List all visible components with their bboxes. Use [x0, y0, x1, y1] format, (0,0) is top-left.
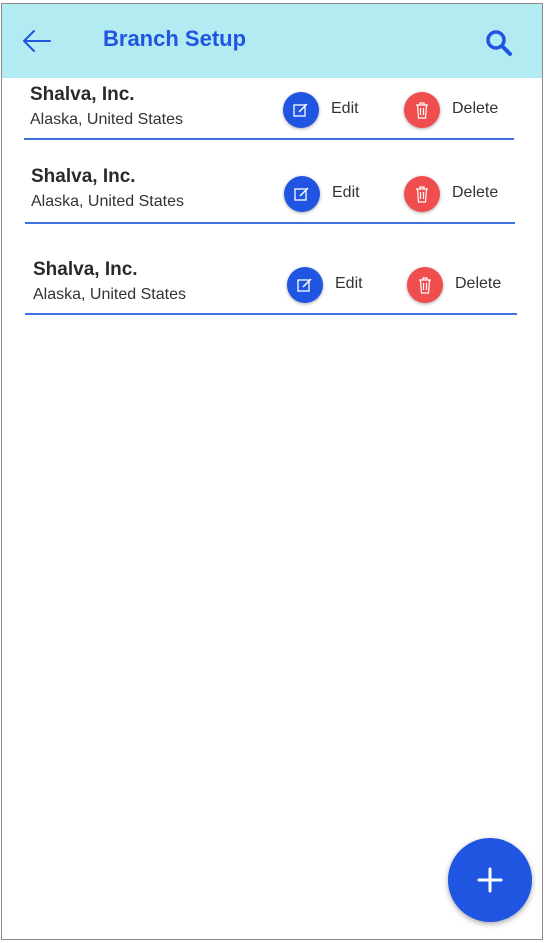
delete-button[interactable]: Delete: [407, 267, 517, 303]
branch-list-item: Shalva, Inc. Alaska, United States Edit …: [25, 166, 515, 224]
branch-location: Alaska, United States: [33, 286, 186, 303]
search-button[interactable]: [484, 28, 514, 58]
edit-label: Edit: [331, 100, 359, 117]
edit-icon: [297, 278, 312, 292]
search-icon: [486, 30, 512, 56]
app-screen: Branch Setup Shalva, Inc. Alaska, United…: [1, 3, 543, 940]
edit-button[interactable]: Edit: [283, 92, 373, 128]
branch-name: Shalva, Inc.: [30, 84, 135, 105]
app-header: Branch Setup: [2, 4, 542, 78]
branch-list-item: Shalva, Inc. Alaska, United States Edit …: [24, 84, 514, 140]
edit-icon: [294, 187, 309, 201]
branch-location: Alaska, United States: [30, 111, 183, 128]
edit-button[interactable]: Edit: [284, 176, 374, 212]
branch-name: Shalva, Inc.: [31, 166, 136, 187]
edit-label: Edit: [335, 275, 363, 292]
row-divider: [25, 222, 515, 224]
page-title: Branch Setup: [103, 26, 247, 51]
trash-icon: [416, 186, 428, 203]
branch-list-item: Shalva, Inc. Alaska, United States Edit …: [25, 259, 517, 315]
trash-icon: [416, 102, 428, 119]
row-divider: [24, 138, 514, 140]
add-branch-button[interactable]: [448, 838, 532, 922]
branch-name: Shalva, Inc.: [33, 259, 138, 280]
delete-label: Delete: [455, 275, 502, 292]
delete-label: Delete: [452, 100, 499, 117]
edit-icon: [293, 103, 308, 117]
plus-icon: [477, 867, 503, 893]
back-button[interactable]: [20, 26, 54, 56]
delete-button[interactable]: Delete: [404, 176, 514, 212]
edit-button[interactable]: Edit: [287, 267, 377, 303]
branch-location: Alaska, United States: [31, 193, 184, 210]
row-divider: [25, 313, 517, 315]
edit-label: Edit: [332, 184, 360, 201]
delete-button[interactable]: Delete: [404, 92, 514, 128]
trash-icon: [419, 277, 431, 294]
arrow-left-icon: [23, 30, 51, 52]
delete-label: Delete: [452, 184, 499, 201]
